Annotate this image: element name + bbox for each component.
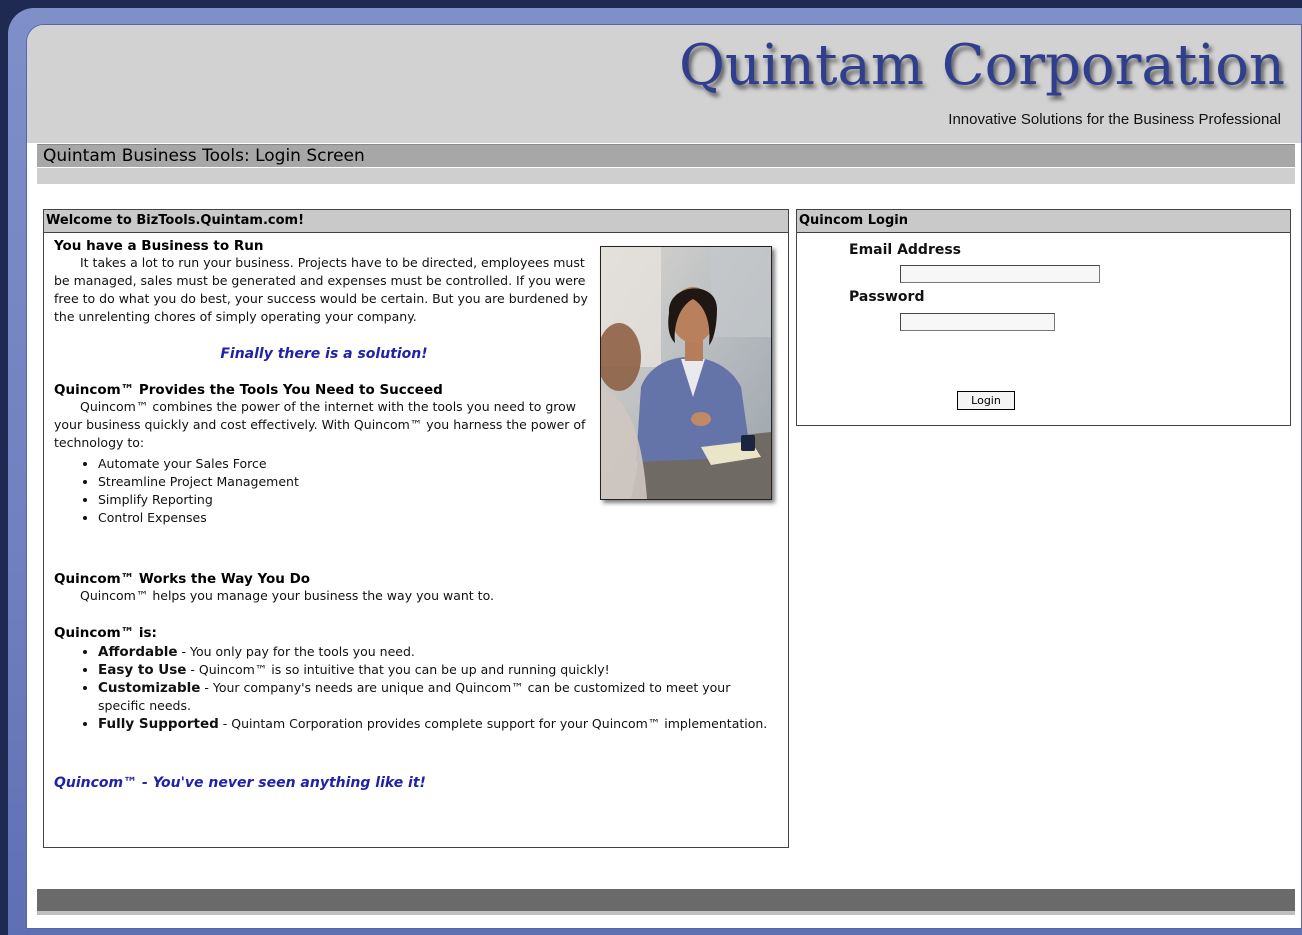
feature-term: Affordable	[98, 644, 178, 660]
site-header: Quintam Corporation Innovative Solutions…	[27, 25, 1301, 143]
photo-illustration	[601, 247, 771, 499]
section-title-works: Quincom™ Works the Way You Do	[54, 571, 311, 587]
section-title-business: You have a Business to Run	[54, 238, 264, 254]
section-title-quincom-is: Quincom™ is:	[54, 625, 157, 641]
page-title-bar: Quintam Business Tools: Login Screen	[37, 144, 1295, 167]
features-list: Affordable - You only pay for the tools …	[54, 643, 778, 733]
section-title-tools: Quincom™ Provides the Tools You Need to …	[54, 382, 443, 398]
section-body-works: Quincom™ helps you manage your business …	[80, 588, 494, 603]
login-panel: Quincom Login Email Address Password Log…	[796, 209, 1291, 426]
feature-desc: - Quincom™ is so intuitive that you can …	[186, 662, 610, 677]
welcome-panel: Welcome to BizTools.Quintam.com! You hav…	[43, 209, 789, 848]
list-item: Customizable - Your company's needs are …	[98, 679, 778, 715]
feature-desc: - Quintam Corporation provides complete …	[218, 716, 768, 731]
list-item: Affordable - You only pay for the tools …	[98, 643, 778, 661]
businesswoman-photo	[600, 246, 772, 500]
feature-desc: - You only pay for the tools you need.	[177, 644, 415, 659]
welcome-panel-heading: Welcome to BizTools.Quintam.com!	[44, 210, 788, 233]
feature-term: Easy to Use	[98, 662, 187, 678]
login-panel-heading: Quincom Login	[797, 210, 1290, 233]
page-container: Quintam Corporation Innovative Solutions…	[26, 24, 1302, 929]
company-tagline: Innovative Solutions for the Business Pr…	[948, 111, 1281, 128]
password-label: Password	[849, 289, 925, 305]
feature-term: Fully Supported	[98, 716, 219, 732]
list-item: Fully Supported - Quintam Corporation pr…	[98, 715, 778, 733]
footer-divider	[37, 911, 1295, 915]
list-item: Control Expenses	[98, 509, 778, 527]
section-body-tools: Quincom™ combines the power of the inter…	[54, 399, 586, 450]
password-field[interactable]	[900, 313, 1055, 331]
email-field[interactable]	[900, 265, 1100, 283]
closing-tagline: Quincom™ - You've never seen anything li…	[54, 775, 426, 791]
list-item: Easy to Use - Quincom™ is so intuitive t…	[98, 661, 778, 679]
email-label: Email Address	[849, 242, 962, 258]
login-button[interactable]: Login	[957, 391, 1015, 410]
sub-bar	[37, 168, 1295, 184]
feature-term: Customizable	[98, 680, 201, 696]
footer-bar	[37, 889, 1295, 911]
solution-callout: Finally there is a solution!	[220, 346, 428, 362]
section-body-business: It takes a lot to run your business. Pro…	[54, 255, 588, 324]
company-logo-title: Quintam Corporation	[679, 33, 1285, 98]
page-title: Quintam Business Tools: Login Screen	[43, 146, 365, 166]
login-form: Email Address Password Login	[797, 233, 1290, 448]
